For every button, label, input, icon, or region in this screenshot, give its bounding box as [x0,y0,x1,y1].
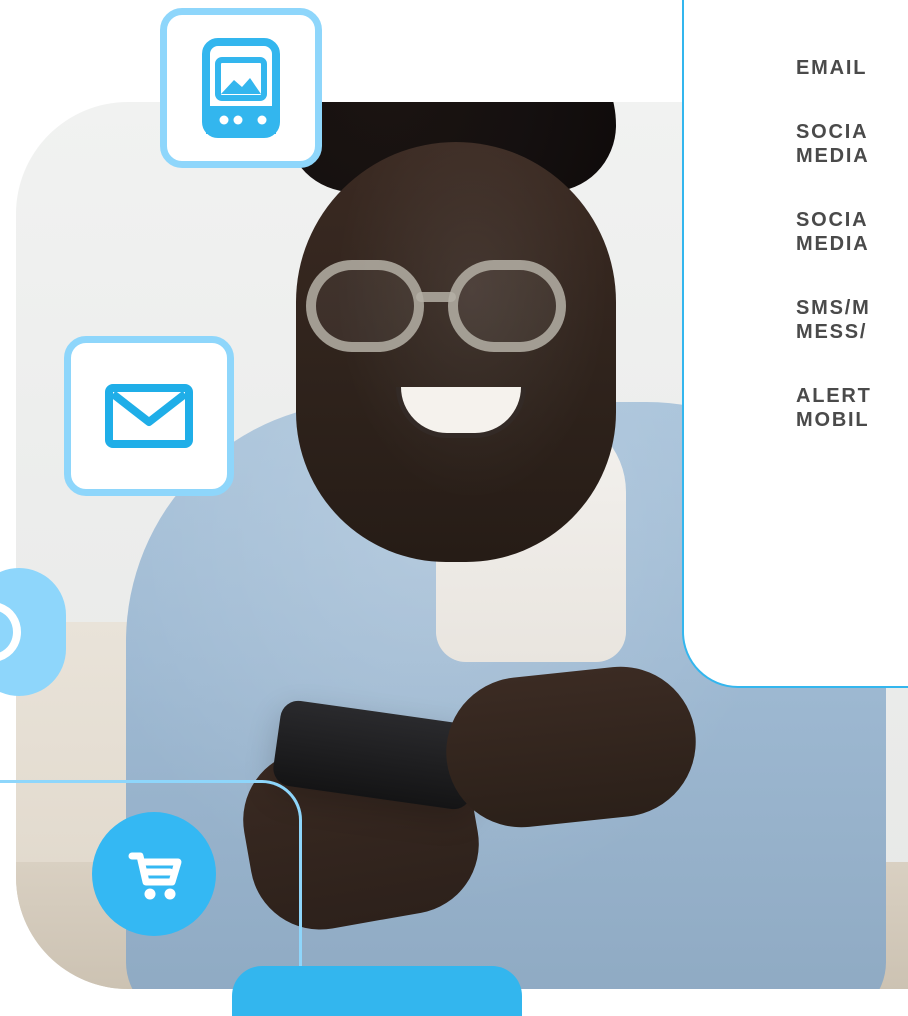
channel-item-sms-messaging: SMS/M MESS/ [796,297,871,343]
mail-icon [103,382,195,450]
mail-tile [64,336,234,496]
cart-circle [92,812,216,936]
channel-list: EMAIL SOCIA MEDIA SOCIA MEDIA SMS/M MESS… [796,56,908,472]
image-tile [160,8,322,168]
left-lens [306,260,424,352]
channel-item-email: EMAIL [796,57,868,79]
partial-icon [0,597,49,667]
channel-item-alerts-mobile: ALERT MOBIL [796,385,872,431]
left-partial-circle [0,568,66,696]
image-card-icon [200,38,282,138]
right-lens [448,260,566,352]
glasses [306,242,566,362]
channel-item-social-media-1: SOCIA MEDIA [796,121,870,167]
channel-card: EMAIL SOCIA MEDIA SOCIA MEDIA SMS/M MESS… [682,0,908,688]
bottom-pill [232,966,522,1016]
shopping-cart-icon [122,842,186,906]
channel-item-social-media-2: SOCIA MEDIA [796,209,870,255]
